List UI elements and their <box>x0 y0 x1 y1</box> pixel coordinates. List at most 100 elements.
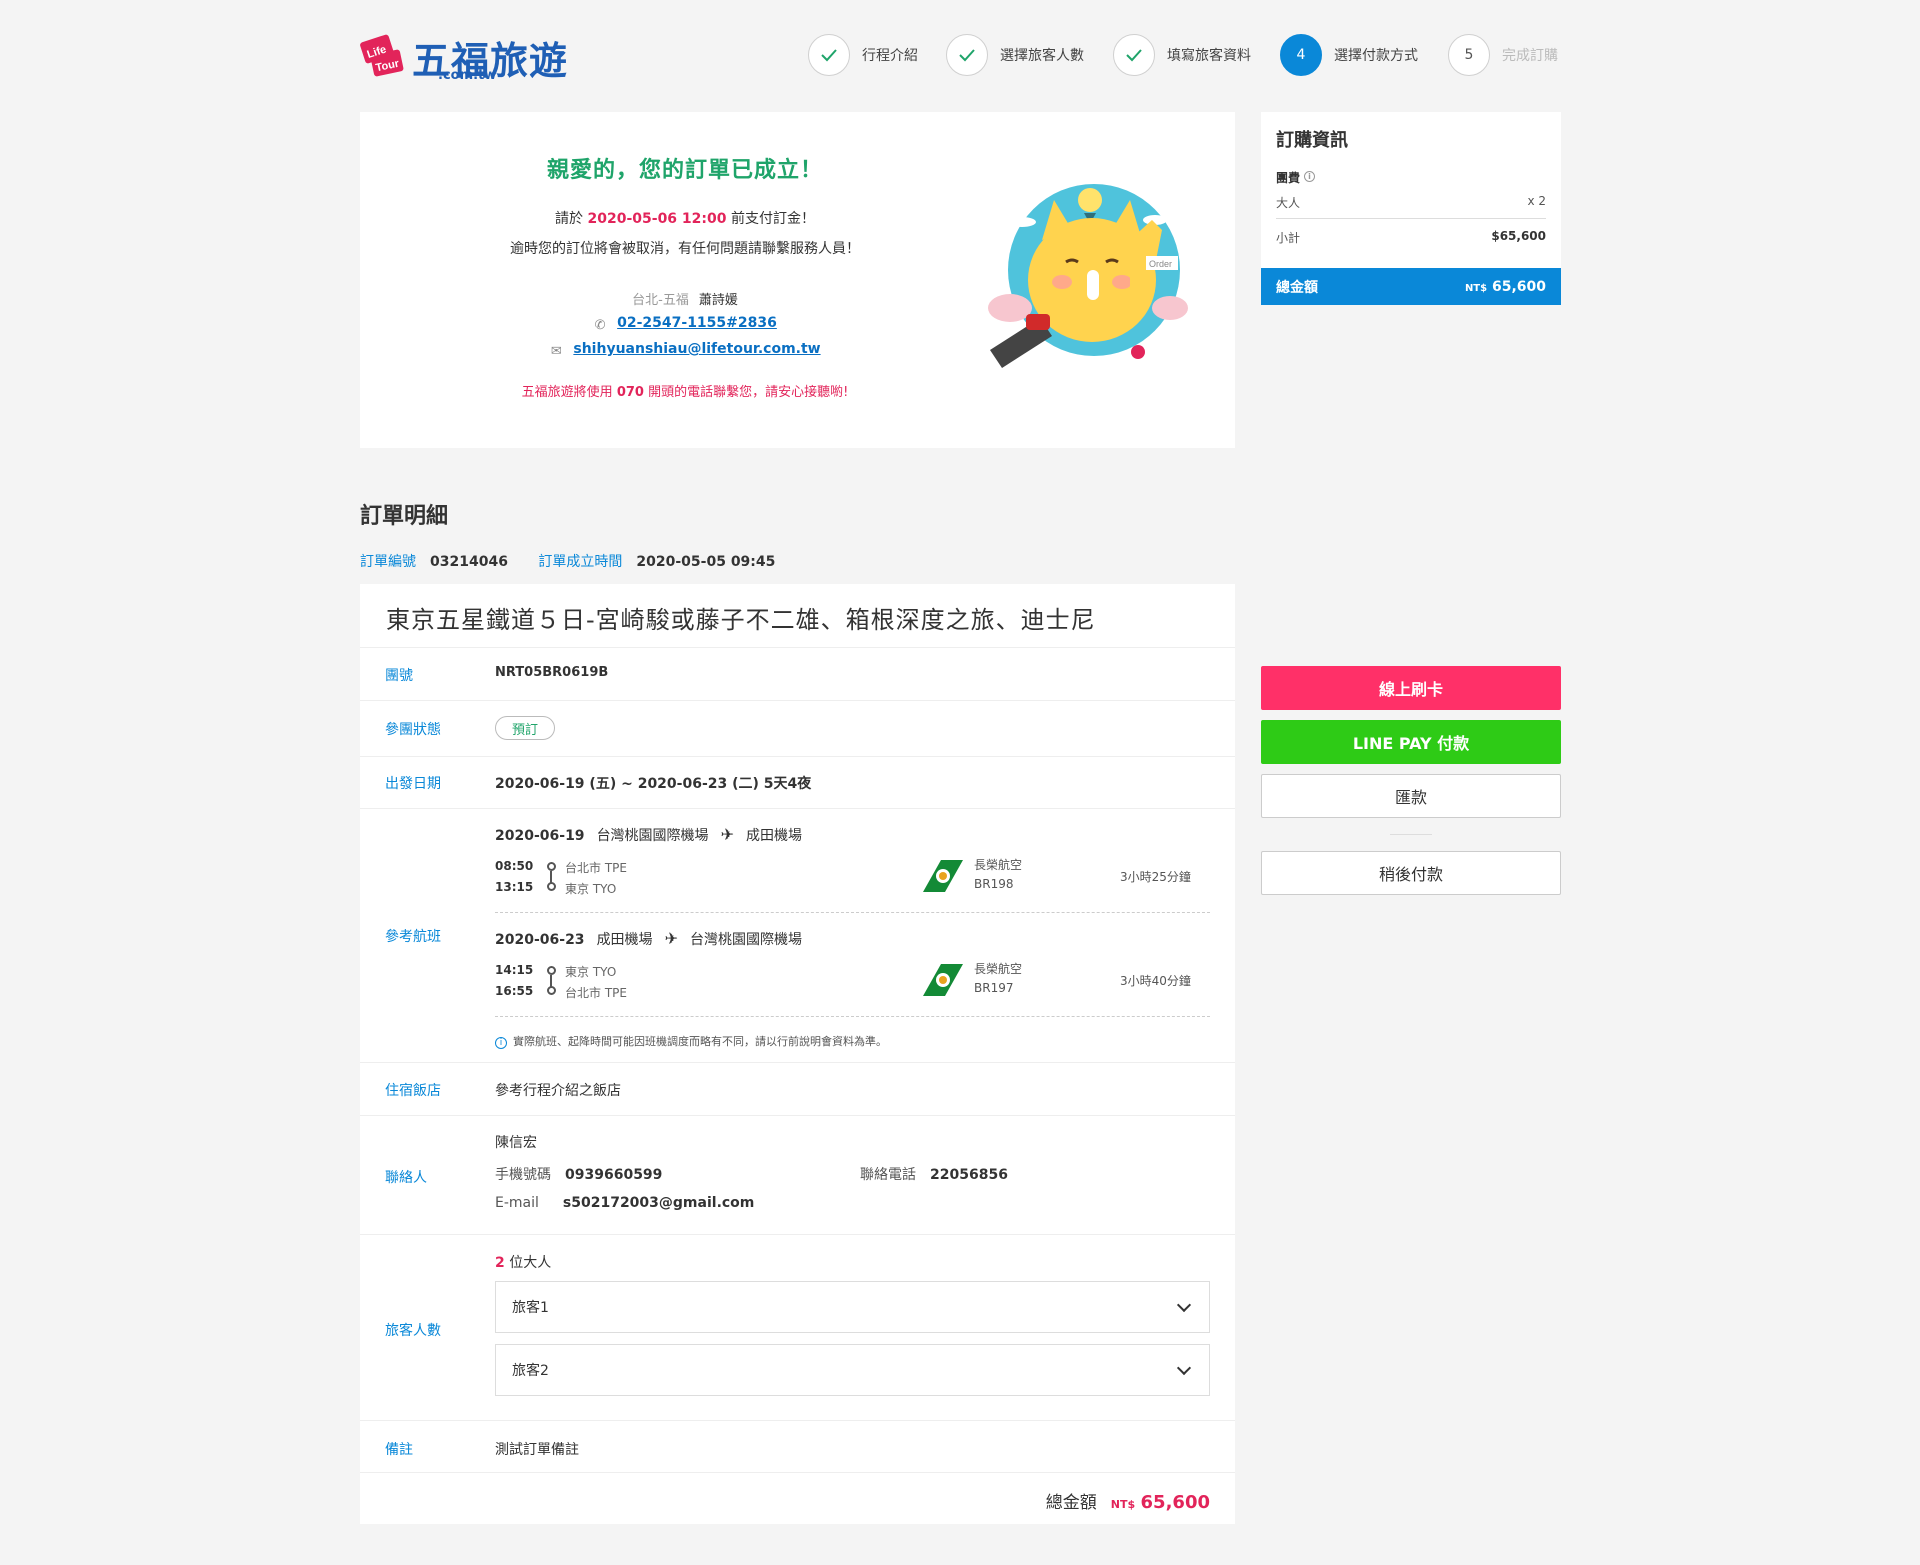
step-label: 完成訂購 <box>1502 48 1558 64</box>
status-badge: 預訂 <box>495 716 555 740</box>
airline: 長榮航空 <box>974 858 1023 872</box>
line-pay-button[interactable]: LINE PAY 付款 <box>1261 720 1561 764</box>
total-value: 65,600 <box>1140 1492 1210 1513</box>
subtotal-label: 小計 <box>1276 231 1301 245</box>
remark-label: 備註 <box>385 1442 413 1458</box>
step-1: 行程介紹 <box>808 33 918 77</box>
dep-time: 14:15 <box>495 963 534 977</box>
eva-air-logo-icon <box>923 964 963 996</box>
logo[interactable]: Life Tour 五福旅遊 .com.tw <box>358 28 568 84</box>
dep-city: 東京 TYO <box>565 965 617 979</box>
summary-total: 總金額 NT$ 65,600 <box>1261 268 1561 305</box>
cancel-notice: 逾時您的訂位將會被取消，有任何問題請聯繫服務人員！ <box>510 241 860 257</box>
dep-time: 08:50 <box>495 859 534 873</box>
divider <box>360 808 1235 809</box>
divider <box>495 912 1210 913</box>
email-link[interactable]: shihyuanshiau@lifetour.com.tw <box>573 341 820 357</box>
dep-city: 台北市 TPE <box>565 861 627 875</box>
traveler-label: 旅客1 <box>512 1300 549 1316</box>
flight-from: 成田機場 <box>596 932 653 948</box>
detail-heading: 訂單明細 <box>360 504 449 529</box>
warn-prefix: 五福旅遊將使用 <box>521 385 613 400</box>
chevron-down-icon <box>1176 1297 1192 1312</box>
depart-label: 出發日期 <box>385 776 441 792</box>
pax-count: 2 位大人 <box>495 1252 551 1272</box>
flight-duration: 3小時25分鐘 <box>1120 870 1191 884</box>
divider <box>495 1016 1210 1017</box>
divider <box>360 1115 1235 1116</box>
step-4: 4 選擇付款方式 <box>1280 33 1418 77</box>
detail-total: 總金額 NT$ 65,600 <box>1046 1488 1210 1513</box>
phone-icon: ✆ <box>594 318 606 333</box>
flight-route: 2020-06-19 台灣桃園國際機場 ✈ 成田機場 <box>495 825 802 845</box>
pax-number: 2 <box>495 1255 505 1271</box>
total-label: 總金額 <box>1276 279 1318 296</box>
created-time: 2020-05-05 09:45 <box>636 554 776 570</box>
remark: 測試訂單備註 <box>495 1442 579 1458</box>
status-label: 參團狀態 <box>385 722 441 738</box>
warn-number: 070 <box>616 385 644 400</box>
route-dot-icon <box>547 882 556 891</box>
adult-qty: x 2 <box>1527 194 1546 208</box>
tour-code: NRT05BR0619B <box>495 665 609 680</box>
divider <box>360 647 1235 648</box>
route-dot-icon <box>547 862 556 871</box>
flight-no: BR198 <box>974 877 1014 891</box>
divider <box>360 1472 1235 1473</box>
deadline-suffix: 前支付訂金！ <box>730 211 815 227</box>
logo-domain: .com.tw <box>438 68 497 83</box>
subtotal-value: $65,600 <box>1491 229 1546 243</box>
divider <box>360 1420 1235 1421</box>
step-3: 填寫旅客資料 <box>1113 33 1251 77</box>
flight-duration: 3小時40分鐘 <box>1120 974 1191 988</box>
email-label: E-mail <box>495 1195 539 1211</box>
total-value: 65,600 <box>1491 278 1546 295</box>
step-label: 行程介紹 <box>862 48 918 64</box>
flight-to: 成田機場 <box>745 828 802 844</box>
arr-city: 台北市 TPE <box>565 986 627 1000</box>
mobile-label: 手機號碼 <box>495 1167 551 1183</box>
check-icon <box>1113 34 1155 76</box>
fee-label: 團費 <box>1276 171 1301 185</box>
adult-label: 大人 <box>1276 196 1301 210</box>
order-mascot-illustration: Order <box>988 184 1188 368</box>
arr-city: 東京 TYO <box>565 882 617 896</box>
check-icon <box>946 34 988 76</box>
agent-phone: ✆ 02-2547-1155#2836 <box>360 315 1010 333</box>
info-icon: i <box>495 1037 507 1049</box>
fee-row: 團費 i <box>1276 169 1546 186</box>
mail-icon: ✉ <box>550 344 562 359</box>
order-no: 03214046 <box>430 554 508 570</box>
flight-date: 2020-06-23 <box>495 932 585 948</box>
flight-note: i 實際航班、起降時間可能因班機調度而略有不同，請以行前說明會資料為準。 <box>495 1033 887 1049</box>
arr-time: 13:15 <box>495 880 534 894</box>
phone-warning: 五福旅遊將使用 070 開頭的電話聯繫您，請安心接聽喲! <box>360 381 1010 400</box>
arr-time: 16:55 <box>495 984 534 998</box>
tour-code-label: 團號 <box>385 668 413 684</box>
step-number: 5 <box>1448 34 1490 76</box>
order-summary: 訂購資訊 團費 i 大人 x 2 小計 $65,600 總金額 NT$ 65,6… <box>1261 112 1561 305</box>
traveler-accordion[interactable]: 旅客1 <box>495 1281 1210 1333</box>
divider <box>360 756 1235 757</box>
airline: 長榮航空 <box>974 962 1023 976</box>
confirmation-title: 親愛的，您的訂單已成立！ <box>546 158 823 183</box>
pay-later-button[interactable]: 稍後付款 <box>1261 851 1561 895</box>
summary-title: 訂購資訊 <box>1276 130 1348 151</box>
divider <box>360 700 1235 701</box>
credit-card-button[interactable]: 線上刷卡 <box>1261 666 1561 710</box>
total-currency: NT$ <box>1110 1498 1136 1511</box>
eva-air-logo-icon <box>923 860 963 892</box>
bank-transfer-button[interactable]: 匯款 <box>1261 774 1561 818</box>
flight-no: BR197 <box>974 981 1014 995</box>
agent-name: 蕭詩媛 <box>698 293 738 308</box>
contact-name: 陳信宏 <box>495 1135 537 1151</box>
flight-note-text: 實際航班、起降時間可能因班機調度而略有不同，請以行前說明會資料為準。 <box>513 1035 887 1048</box>
phone-link[interactable]: 02-2547-1155#2836 <box>617 315 777 331</box>
agent: 台北-五福 蕭詩媛 <box>360 289 1010 308</box>
deadline-prefix: 請於 <box>555 211 584 227</box>
traveler-accordion[interactable]: 旅客2 <box>495 1344 1210 1396</box>
flight-date: 2020-06-19 <box>495 828 585 844</box>
info-icon[interactable]: i <box>1304 171 1316 182</box>
hotel-label: 住宿飯店 <box>385 1083 441 1099</box>
check-icon <box>808 34 850 76</box>
